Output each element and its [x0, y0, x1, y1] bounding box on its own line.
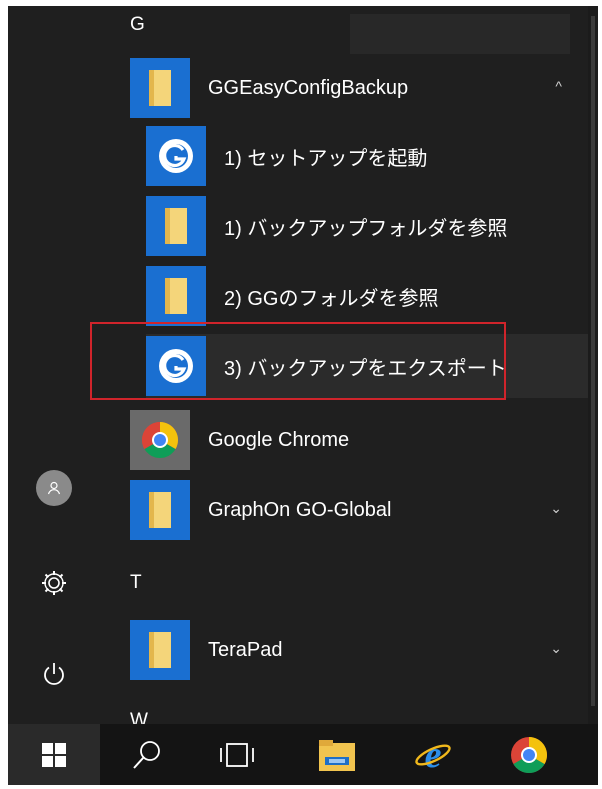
chevron-down-icon: ⌄ [550, 500, 562, 516]
subitem-label: 1) バックアップフォルダを参照 [224, 217, 508, 240]
file-explorer-icon [319, 739, 355, 771]
start-rail [8, 6, 106, 724]
folder-tile [130, 620, 190, 680]
section-letter-g[interactable]: G [130, 14, 145, 36]
gg-logo-icon [159, 139, 193, 173]
folder-icon [149, 70, 171, 106]
scrollbar-thumb[interactable] [591, 16, 595, 706]
windows-start-icon [42, 742, 66, 767]
subitem-gg-folder[interactable]: 2) GGのフォルダを参照 [146, 264, 438, 328]
folder-tile [130, 58, 190, 118]
internet-explorer-button[interactable]: e [390, 724, 476, 785]
group-ggeasyconfigbackup[interactable]: GGEasyConfigBackup ^ [130, 56, 580, 120]
folder-tile [130, 480, 190, 540]
gg-logo-tile [146, 126, 206, 186]
section-letter-t[interactable]: T [130, 572, 142, 594]
subitem-label: 3) バックアップをエクスポート [224, 357, 507, 380]
subitem-label: 2) GGのフォルダを参照 [224, 287, 439, 310]
app-label: TeraPad [208, 638, 283, 661]
chrome-icon [141, 422, 179, 459]
chrome-taskbar-button[interactable] [486, 724, 572, 785]
svg-text:e: e [425, 735, 442, 775]
settings-button[interactable] [32, 561, 76, 605]
chevron-down-icon: ⌄ [550, 640, 562, 656]
folder-icon [165, 278, 187, 314]
app-google-chrome[interactable]: Google Chrome [130, 408, 349, 472]
subitem-label: 1) セットアップを起動 [224, 147, 428, 170]
folder-tile [146, 196, 206, 256]
power-icon [44, 663, 64, 685]
scrollbar[interactable] [588, 6, 598, 724]
group-label: GGEasyConfigBackup [208, 76, 409, 99]
subitem-setup[interactable]: 1) セットアップを起動 [146, 124, 427, 188]
search-button[interactable] [104, 724, 190, 785]
subitem-export-backup[interactable]: 3) バックアップをエクスポート [146, 334, 588, 398]
start-button[interactable] [8, 724, 100, 785]
app-label: Google Chrome [208, 428, 350, 451]
chrome-icon [511, 736, 548, 773]
app-graphon-go-global[interactable]: GraphOn GO-Global ⌄ [130, 478, 580, 542]
settings-icon [42, 571, 66, 595]
app-label: GraphOn GO-Global [208, 498, 392, 521]
folder-icon [149, 492, 171, 528]
taskbar: e [8, 724, 598, 785]
search-icon [133, 740, 160, 769]
folder-icon [165, 208, 187, 244]
folder-icon [149, 632, 171, 668]
chevron-up-icon: ^ [555, 78, 562, 94]
app-list: G GGEasyConfigBackup ^ 1) セットアップを起動 1) バ… [128, 6, 588, 731]
app-terapad[interactable]: TeraPad ⌄ [130, 618, 580, 682]
user-account-button[interactable] [32, 466, 76, 510]
task-view-icon [220, 742, 254, 767]
gg-logo-icon [159, 349, 193, 383]
chrome-tile [130, 410, 190, 470]
file-explorer-button[interactable] [294, 724, 380, 785]
folder-tile [146, 266, 206, 326]
user-icon [36, 470, 72, 506]
start-menu: G GGEasyConfigBackup ^ 1) セットアップを起動 1) バ… [8, 6, 598, 785]
power-button[interactable] [32, 652, 76, 696]
internet-explorer-icon: e [415, 735, 451, 775]
gg-logo-tile [146, 336, 206, 396]
subitem-backup-folder[interactable]: 1) バックアップフォルダを参照 [146, 194, 507, 258]
task-view-button[interactable] [194, 724, 280, 785]
